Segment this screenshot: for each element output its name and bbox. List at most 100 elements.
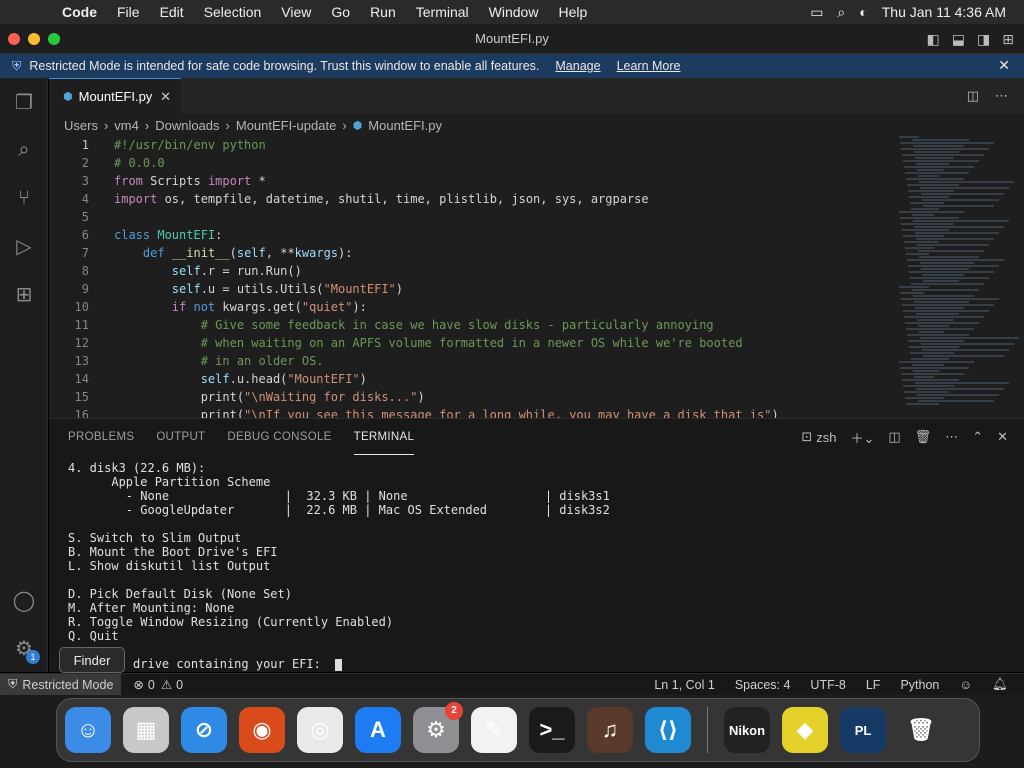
toggle-secondary-sidebar-icon[interactable]: ◨ [977, 31, 990, 48]
more-actions-icon[interactable]: ⋯ [945, 429, 958, 445]
breadcrumb-file[interactable]: MountEFI.py [368, 118, 442, 133]
dock-app-store-icon[interactable]: A [355, 707, 401, 753]
code-line[interactable]: 10 if not kwargs.get("quiet"): [49, 298, 889, 316]
minimize-window-button[interactable] [28, 33, 40, 45]
language-mode[interactable]: Python [900, 678, 939, 692]
toggle-panel-icon[interactable]: ⬓ [952, 31, 965, 48]
banner-manage-link[interactable]: Manage [555, 59, 600, 73]
errors-icon[interactable]: ⊗ [133, 677, 143, 692]
tab-problems[interactable]: PROBLEMS [68, 419, 134, 455]
close-window-button[interactable] [8, 33, 20, 45]
code-line[interactable]: 13 # in an older OS. [49, 352, 889, 370]
close-icon[interactable]: ✕ [998, 57, 1010, 74]
dock-chrome-icon[interactable]: ◎ [297, 707, 343, 753]
notifications-bell-icon[interactable]: 🔔︎ [992, 677, 1008, 692]
split-terminal-icon[interactable]: ◫ [888, 429, 900, 445]
zoom-window-button[interactable] [48, 33, 60, 45]
menu-view[interactable]: View [271, 4, 321, 20]
breadcrumb-users[interactable]: Users [64, 118, 98, 133]
code-line[interactable]: 12 # when waiting on an APFS volume form… [49, 334, 889, 352]
screen-mirroring-icon[interactable]: ▭ [810, 4, 823, 21]
dock-finder-icon[interactable]: ☺ [65, 707, 111, 753]
dock-firefox-icon[interactable]: ◉ [239, 707, 285, 753]
breadcrumb-vm4[interactable]: vm4 [114, 118, 139, 133]
dock-garageband-icon[interactable]: ♫ [587, 707, 633, 753]
close-panel-icon[interactable]: ✕ [997, 429, 1008, 445]
toggle-primary-sidebar-icon[interactable]: ◧ [927, 31, 940, 48]
menu-selection[interactable]: Selection [194, 4, 272, 20]
minimap[interactable] [899, 136, 1019, 418]
terminal-prompt[interactable]: Pick the drive containing your EFI: [68, 657, 1024, 671]
control-center-icon[interactable]: ◐ [859, 4, 867, 20]
spotlight-search-icon[interactable]: ⌕ [837, 4, 845, 21]
menu-help[interactable]: Help [548, 4, 597, 20]
dock-textedit-icon[interactable]: ✎ [471, 707, 517, 753]
dock-terminal-icon[interactable]: >_ [529, 707, 575, 753]
code-line[interactable]: 9 self.u = utils.Utils("MountEFI") [49, 280, 889, 298]
dock-system-settings-icon[interactable]: ⚙ 2 [413, 702, 463, 753]
code-line[interactable]: 7 def __init__(self, **kwargs): [49, 244, 889, 262]
menu-window[interactable]: Window [479, 4, 549, 20]
customize-layout-icon[interactable]: ⊞ [1002, 31, 1014, 48]
warnings-icon[interactable]: ⚠ [161, 677, 172, 692]
dock-sticky-icon[interactable]: ◆ [782, 707, 828, 753]
menubar-clock[interactable]: Thu Jan 11 4:36 AM [882, 4, 1006, 20]
bottom-panel: PROBLEMS OUTPUT DEBUG CONSOLE TERMINAL ⊡… [49, 418, 1024, 672]
indentation[interactable]: Spaces: 4 [735, 678, 791, 692]
tab-output[interactable]: OUTPUT [156, 419, 205, 455]
close-tab-icon[interactable]: ✕ [160, 89, 171, 105]
split-editor-icon[interactable]: ◫ [967, 88, 979, 104]
kill-terminal-icon[interactable]: 🗑 [915, 429, 932, 445]
explorer-icon[interactable]: ❐ [0, 78, 48, 126]
errors-count[interactable]: 0 [148, 678, 155, 692]
extensions-icon[interactable]: ⊞ [0, 270, 48, 318]
dock-trash-icon[interactable]: 🗑 [898, 707, 944, 753]
more-actions-icon[interactable]: ⋯ [995, 88, 1008, 104]
feedback-icon[interactable]: ☺ [959, 678, 972, 692]
code-line[interactable]: 4 import os, tempfile, datetime, shutil, … [49, 190, 889, 208]
manage-gear-icon[interactable]: ⚙ 1 [0, 624, 48, 672]
banner-learn-more-link[interactable]: Learn More [617, 59, 681, 73]
menu-edit[interactable]: Edit [150, 4, 194, 20]
dock-safari-icon[interactable]: ⊘ [181, 707, 227, 753]
search-icon[interactable]: ⌕ [0, 126, 48, 174]
restricted-mode-status[interactable]: ⛨ Restricted Mode [0, 673, 122, 696]
cursor-position[interactable]: Ln 1, Col 1 [654, 678, 714, 692]
tab-mountefi[interactable]: ⬢ MountEFI.py ✕ [49, 78, 181, 114]
code-line[interactable]: 14 self.u.head("MountEFI") [49, 370, 889, 388]
run-debug-icon[interactable]: ▷ [0, 222, 48, 270]
code-editor[interactable]: 1 #!/usr/bin/env python 2 # 0.0.0 3 from Scri… [49, 136, 889, 418]
menu-run[interactable]: Run [360, 4, 406, 20]
end-of-line[interactable]: LF [866, 678, 881, 692]
code-line[interactable]: 11 # Give some feedback in case we have … [49, 316, 889, 334]
menu-go[interactable]: Go [321, 4, 360, 20]
dock-nikon-icon[interactable]: Nikon [724, 707, 770, 753]
encoding[interactable]: UTF-8 [810, 678, 845, 692]
breadcrumb-folder[interactable]: MountEFI-update [236, 118, 336, 133]
terminal-shell-name[interactable]: zsh [816, 430, 836, 445]
code-line[interactable]: 2 # 0.0.0 [49, 154, 889, 172]
menu-file[interactable]: File [107, 4, 150, 20]
dock-launchpad-icon[interactable]: ▦ [123, 707, 169, 753]
dock-pl-icon[interactable]: PL [840, 707, 886, 753]
menu-terminal[interactable]: Terminal [406, 4, 479, 20]
menu-app-name[interactable]: Code [52, 4, 107, 20]
warnings-count[interactable]: 0 [176, 678, 183, 692]
code-line[interactable]: 6 class MountEFI: [49, 226, 889, 244]
new-terminal-icon[interactable]: ＋⌄ [850, 428, 874, 447]
source-control-icon[interactable]: ⑂ [0, 174, 48, 222]
terminal-output[interactable]: 4. disk3 (22.6 MB): Apple Partition Sche… [49, 455, 1024, 671]
code-line[interactable]: 5 [49, 208, 889, 226]
code-line[interactable]: 8 self.r = run.Run() [49, 262, 889, 280]
code-line[interactable]: 3 from Scripts import * [49, 172, 889, 190]
dock-vscode-icon[interactable]: ⟨⟩ [645, 707, 691, 753]
accounts-icon[interactable]: ◯ [0, 576, 48, 624]
code-line[interactable]: 1 #!/usr/bin/env python [49, 136, 889, 154]
code-line[interactable]: 16 print("\nIf you see this message for … [49, 406, 889, 418]
line-number: 10 [74, 300, 89, 314]
tab-terminal[interactable]: TERMINAL [353, 419, 415, 455]
code-line[interactable]: 15 print("\nWaiting for disks...") [49, 388, 889, 406]
maximize-panel-icon[interactable]: ⌃ [972, 429, 983, 445]
breadcrumb-downloads[interactable]: Downloads [155, 118, 219, 133]
tab-debug-console[interactable]: DEBUG CONSOLE [227, 419, 331, 455]
